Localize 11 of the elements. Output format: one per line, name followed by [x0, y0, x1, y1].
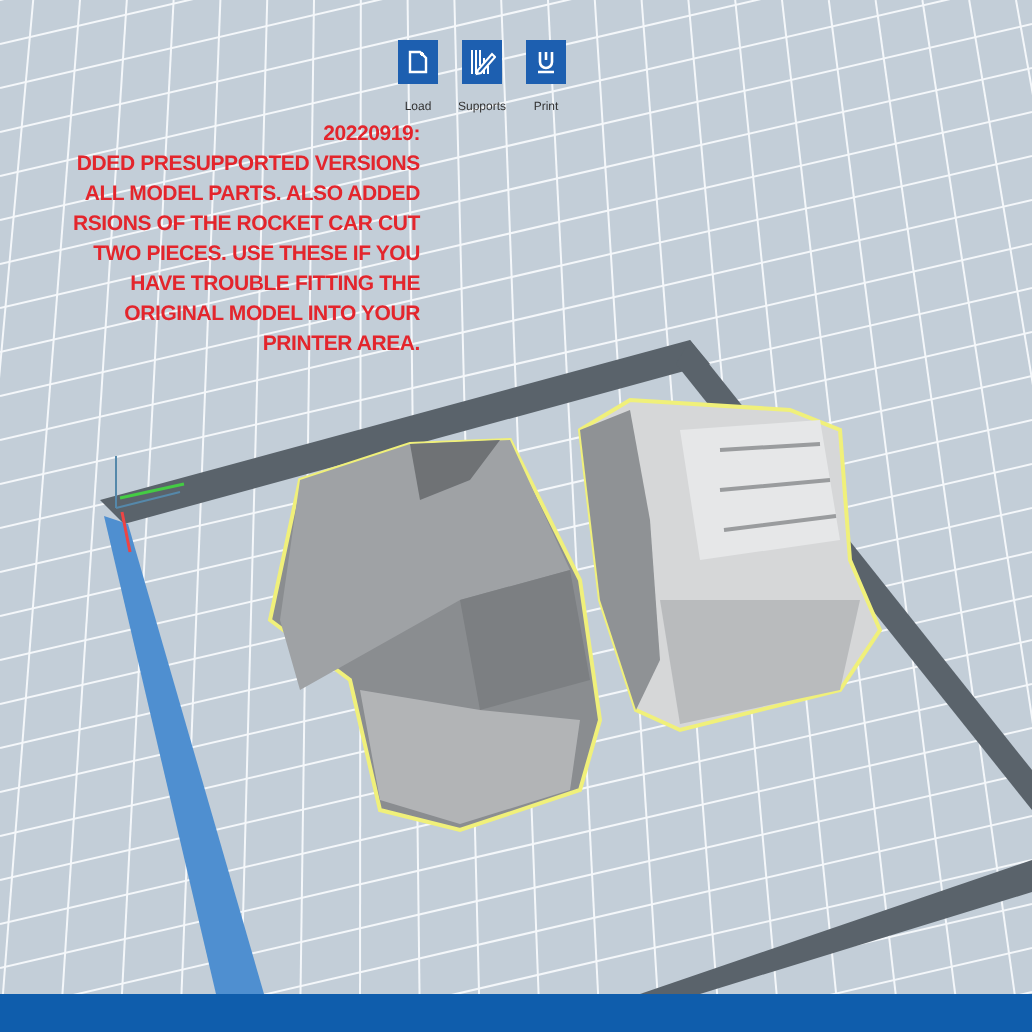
note-text-line: RSIONS OF THE ROCKET CAR CUT — [73, 210, 420, 240]
print-icon — [534, 50, 558, 74]
note-text-line: ALL MODEL PARTS. ALSO ADDED — [84, 180, 420, 210]
note-text-line: HAVE TROUBLE FITTING THE — [130, 270, 420, 300]
file-add-icon — [406, 50, 430, 74]
note-text-line: PRINTER AREA. — [262, 330, 420, 360]
note-text-line: ORIGINAL MODEL INTO YOUR — [124, 300, 420, 330]
note-text-line: 20220919: — [323, 120, 420, 150]
note-text-line: DDED PRESUPPORTED VERSIONS — [76, 150, 420, 180]
pencil-icon — [468, 48, 496, 76]
note-text-line: TWO PIECES. USE THESE IF YOU — [93, 240, 420, 270]
